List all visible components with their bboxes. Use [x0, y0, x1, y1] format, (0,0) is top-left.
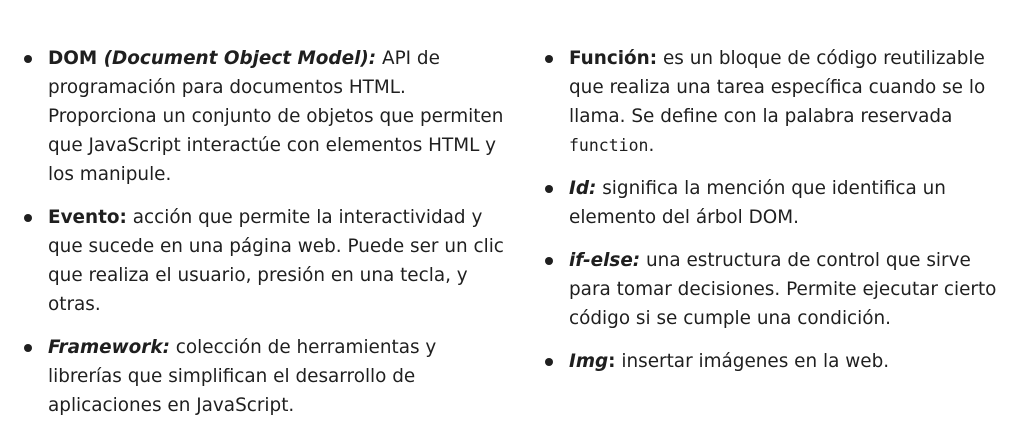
- glossary-definition: significa la mención que identifica un e…: [569, 178, 946, 228]
- glossary-term: Id:: [569, 178, 597, 199]
- bullet-icon: [545, 257, 553, 265]
- glossary-item-id: Id: significa la mención que identifica …: [543, 174, 1013, 232]
- bullet-icon: [24, 214, 32, 222]
- glossary-term: Evento:: [48, 207, 127, 228]
- bullet-icon: [24, 344, 32, 352]
- glossary-term-colon: :: [608, 351, 616, 372]
- glossary-list-right: Función: es un bloque de código reutiliz…: [543, 44, 1013, 376]
- glossary-definition-end: .: [648, 135, 655, 156]
- glossary-term: Función:: [569, 48, 658, 69]
- glossary-item-dom: DOM (Document Object Model): API de prog…: [22, 44, 512, 189]
- code-keyword: function: [569, 136, 649, 155]
- glossary-right-column: Función: es un bloque de código reutiliz…: [543, 44, 1013, 390]
- glossary-term: Img: [569, 351, 609, 372]
- glossary-item-framework: Framework: colección de herramientas y l…: [22, 333, 512, 420]
- glossary-item-if-else: if-else: una estructura de control que s…: [543, 246, 1013, 333]
- bullet-icon: [24, 55, 32, 63]
- glossary-item-img: Img: insertar imágenes en la web.: [543, 347, 1013, 376]
- bullet-icon: [545, 185, 553, 193]
- glossary-term: DOM: [48, 48, 98, 69]
- glossary-term: Framework:: [48, 337, 170, 358]
- glossary-item-evento: Evento: acción que permite la interactiv…: [22, 203, 512, 319]
- glossary-item-funcion: Función: es un bloque de código reutiliz…: [543, 44, 1013, 160]
- bullet-icon: [545, 358, 553, 366]
- glossary-left-column: DOM (Document Object Model): API de prog…: [22, 44, 512, 434]
- glossary-definition: insertar imágenes en la web.: [615, 351, 890, 372]
- glossary-list-left: DOM (Document Object Model): API de prog…: [22, 44, 512, 420]
- glossary-term-expansion: (Document Object Model):: [97, 48, 377, 69]
- glossary-term: if-else:: [569, 250, 641, 271]
- bullet-icon: [545, 55, 553, 63]
